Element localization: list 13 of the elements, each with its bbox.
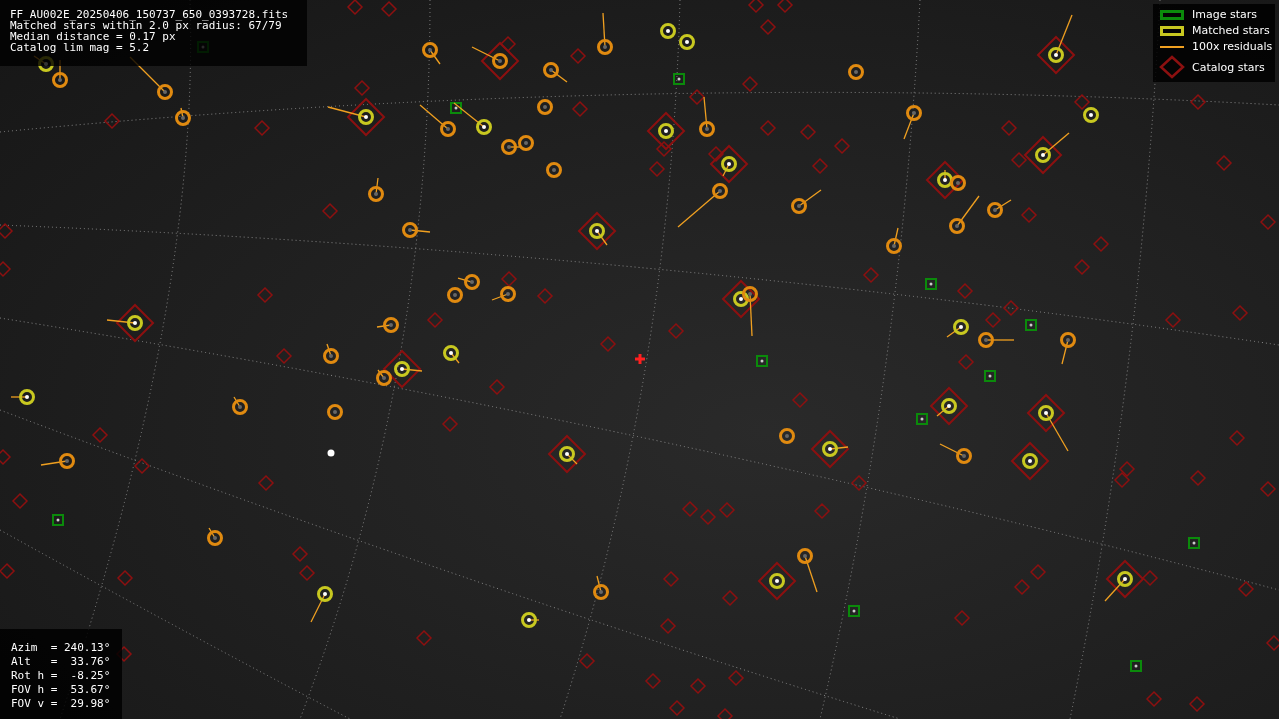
pointing-info-text: Azim = 240.13° [11, 641, 112, 655]
legend-label: Catalog stars [1192, 60, 1265, 74]
legend-label: Image stars [1192, 8, 1257, 21]
legend-label: Matched stars [1192, 24, 1270, 37]
file-info-text: FF_AU002E_20250406_150737_650_0393728.fits [10, 9, 290, 20]
legend-label: 100x residuals [1192, 40, 1273, 53]
pointing-info-text: FOV v = 29.98° [11, 697, 112, 711]
file-info-text: Median distance = 0.17 px [10, 31, 176, 42]
file-info-text: Matched stars within 2.0 px radius: 67/79 [10, 20, 282, 31]
pointing-info-text: Alt = 33.76° [11, 655, 112, 669]
pointing-info-text: Rot h = -8.25° [11, 669, 112, 683]
pointing-info-text: FOV h = 53.67° [11, 683, 112, 697]
file-info-text: Catalog lim mag = 5.2 [10, 42, 151, 53]
